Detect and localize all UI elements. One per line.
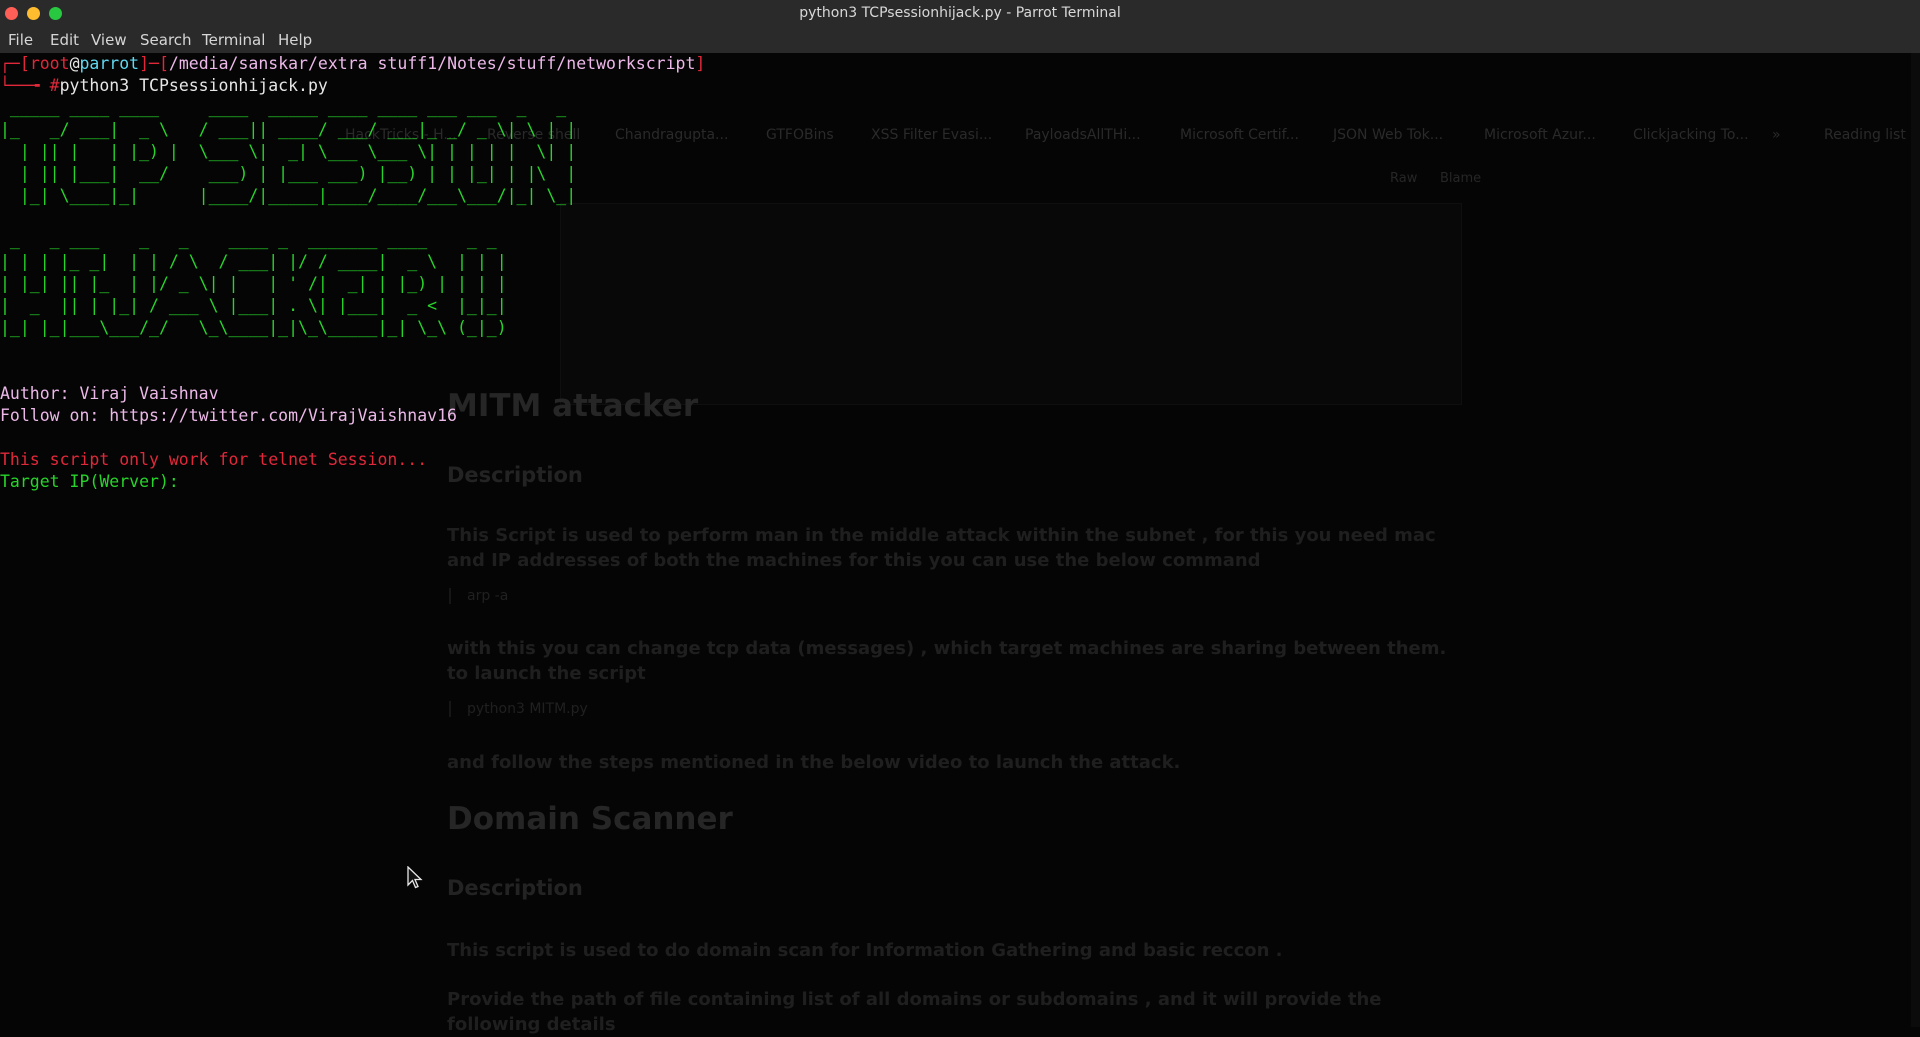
ascii-banner-line: |_| \____|_| |____/|_____|____/____/___\… <box>0 186 577 205</box>
code-block: python3 MITM.py <box>449 701 588 717</box>
menu-view[interactable]: View <box>91 31 127 49</box>
code-block: arp -a <box>449 588 508 604</box>
ascii-banner-line: _ _ ___ _ _ ____ _ _______ ____ _ _ <box>0 230 507 249</box>
ascii-banner-line: | | | |_ _| | | / \ / ___| |/ / ____| _ … <box>0 252 507 271</box>
prompt-sep: ]─[ <box>139 54 169 73</box>
paragraph: and follow the steps mentioned in the be… <box>447 752 1181 773</box>
menu-file[interactable]: File <box>8 31 33 49</box>
prompt-host: parrot <box>79 54 140 73</box>
prompt-at: @ <box>69 54 80 73</box>
prompt-open: ┌─[ <box>0 54 30 73</box>
menu-edit[interactable]: Edit <box>50 31 79 49</box>
bookmark: » <box>1772 127 1781 143</box>
command-text: python3 TCPsessionhijack.py <box>59 76 328 95</box>
prompt-line2: └──╼ <box>0 76 50 95</box>
menu-terminal[interactable]: Terminal <box>202 31 265 49</box>
terminal-output[interactable]: ┌─[root@parrot]─[/media/sanskar/extra st… <box>0 53 705 493</box>
bookmark: GTFOBins <box>766 127 834 143</box>
menu-bar: File Edit View Search Terminal Help <box>0 26 1920 53</box>
subheading-description: Description <box>447 876 583 900</box>
prompt-path: /media/sanskar/extra stuff1/Notes/stuff/… <box>168 54 696 73</box>
bookmark: Clickjacking To... <box>1633 127 1749 143</box>
ascii-banner-line: | _ || | |_| / ___ \ |___| . \| |___| _ … <box>0 296 507 315</box>
window-titlebar: python3 TCPsessionhijack.py - Parrot Ter… <box>0 0 1920 26</box>
bookmark: JSON Web Tok... <box>1333 127 1444 143</box>
terminal-scrollbar[interactable] <box>1911 53 1920 1027</box>
bookmark: Microsoft Certif... <box>1180 127 1299 143</box>
mouse-pointer-icon <box>407 866 423 889</box>
ascii-banner-line: |_| |_|___\___/_/ \_\____|_|\_\_____|_| … <box>0 318 507 337</box>
menu-search[interactable]: Search <box>140 31 192 49</box>
prompt-close: ] <box>695 54 706 73</box>
prompt-user: root <box>29 54 70 73</box>
follow-line: Follow on: https://twitter.com/VirajVais… <box>0 406 457 425</box>
author-line: Author: Viraj Vaishnav <box>0 384 219 403</box>
ascii-banner-line: | |_| || |_ | |/ _ \| | | ' /| _| | |_) … <box>0 274 507 293</box>
menu-help[interactable]: Help <box>278 31 312 49</box>
ascii-banner-line: |_ _/ ___| _ \ / ___|| ____/ ___/ ___|_ … <box>0 120 577 139</box>
ascii-banner-line: _____ ____ ____ ____ _____ ____ ____ ___… <box>0 98 577 117</box>
paragraph: This script is used to do domain scan fo… <box>447 940 1283 961</box>
ascii-banner-line: | || | | |_) | \___ \| _| \___ \___ \| |… <box>0 142 577 161</box>
heading-domain-scanner: Domain Scanner <box>447 801 733 837</box>
paragraph: Provide the path of file containing list… <box>447 989 1382 1035</box>
bookmark: PayloadsAllTHi... <box>1025 127 1141 143</box>
input-prompt[interactable]: Target IP(Werver): <box>0 472 189 491</box>
raw-button: Raw <box>1390 171 1418 186</box>
bookmark: Reading list <box>1824 127 1906 143</box>
paragraph: with this you can change tcp data (messa… <box>447 638 1447 684</box>
bookmark: Microsoft Azur... <box>1484 127 1596 143</box>
window-title: python3 TCPsessionhijack.py - Parrot Ter… <box>799 5 1121 21</box>
blame-button: Blame <box>1440 171 1482 186</box>
bookmark: XSS Filter Evasi... <box>871 127 993 143</box>
prompt-hash: # <box>49 76 60 95</box>
warning-line: This script only work for telnet Session… <box>0 450 428 469</box>
ascii-banner-line: | || |___| __/ ___) | |___ ___) |__) | |… <box>0 164 577 183</box>
paragraph: This Script is used to perform man in th… <box>447 525 1436 571</box>
